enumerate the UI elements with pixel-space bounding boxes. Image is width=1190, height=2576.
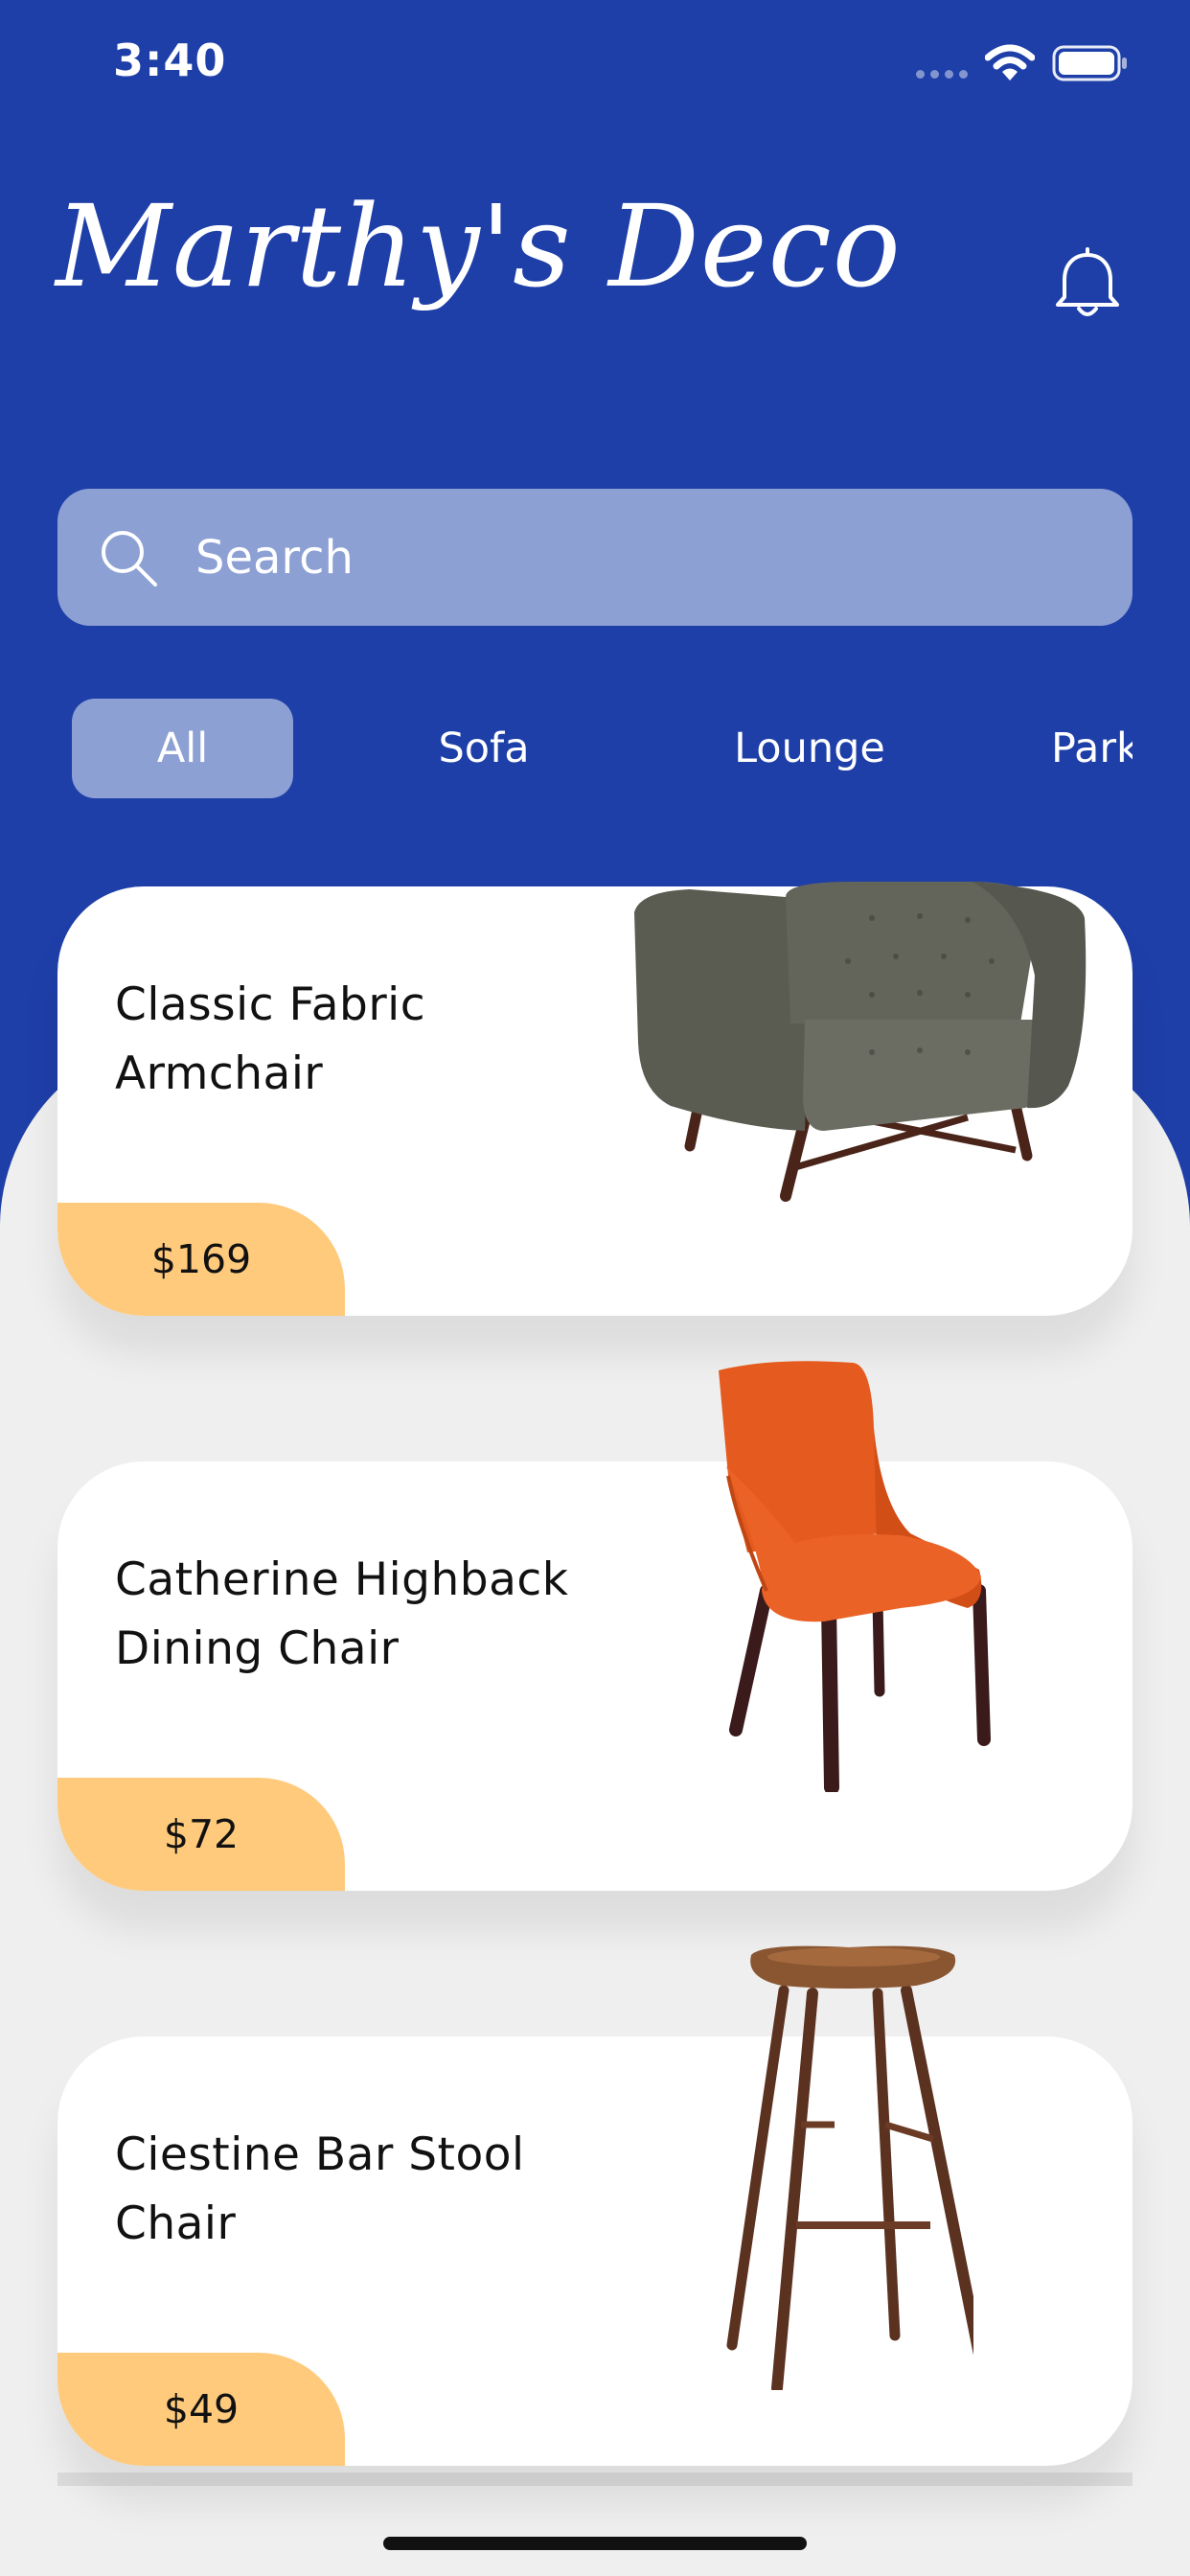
- price-badge: $49: [57, 2353, 345, 2466]
- battery-icon: [1052, 45, 1127, 81]
- price-badge: $169: [57, 1203, 345, 1316]
- bar-stool-image: [726, 1945, 973, 2390]
- search-bar[interactable]: [57, 489, 1133, 626]
- product-name: Classic Fabric Armchair: [115, 978, 426, 1100]
- wifi-icon: [985, 44, 1035, 80]
- status-time: 3:40: [113, 34, 227, 86]
- filter-tab-sofa[interactable]: Sofa: [388, 699, 580, 798]
- search-icon: [102, 531, 157, 586]
- app-title: Marthy's Deco: [56, 180, 902, 312]
- product-name: Ciestine Bar Stool Chair: [115, 2128, 525, 2250]
- cellular-signal-icon: [916, 70, 968, 79]
- filter-tab-all[interactable]: All: [72, 699, 293, 798]
- armchair-image: [634, 882, 1087, 1202]
- dining-chair-image: [719, 1361, 991, 1792]
- product-name: Catherine Highback Dining Chair: [115, 1553, 569, 1675]
- notification-bell-icon[interactable]: [1050, 247, 1125, 322]
- category-filter-tabs: All Sofa Lounge Park: [72, 699, 1133, 798]
- filter-tab-park[interactable]: Park: [1051, 699, 1133, 798]
- status-bar: 3:40: [0, 0, 1190, 128]
- search-input[interactable]: [195, 518, 1058, 598]
- filter-tab-lounge[interactable]: Lounge: [685, 699, 934, 798]
- price-badge: $72: [57, 1778, 345, 1891]
- list-bottom-edge: [57, 2472, 1133, 2486]
- home-indicator[interactable]: [383, 2537, 807, 2550]
